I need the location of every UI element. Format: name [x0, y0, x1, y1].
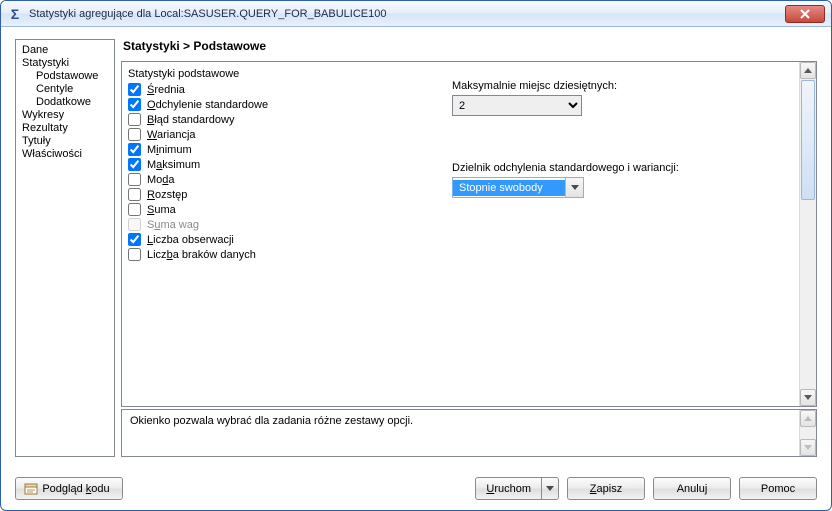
- main-panel: Statystyki podstawowe Średnia Odchylenie …: [121, 61, 817, 407]
- desc-scrollbar[interactable]: [799, 410, 816, 456]
- description-panel: Okienko pozwala wybrać dla zadania różne…: [121, 409, 817, 457]
- scrollbar[interactable]: [799, 62, 816, 406]
- divisor-select[interactable]: Stopnie swobody: [452, 177, 584, 198]
- stat-checkbox[interactable]: [128, 248, 141, 261]
- close-icon: [799, 9, 811, 19]
- stat-checkbox[interactable]: [128, 173, 141, 186]
- stat-checkbox-row[interactable]: Liczba braków danych: [128, 247, 793, 262]
- decimals-label: Maksymalnie miejsc dziesiętnych:: [452, 80, 617, 92]
- run-label: Uruchom: [486, 483, 531, 495]
- decimals-select[interactable]: 2: [452, 95, 582, 116]
- stat-label: Liczba braków danych: [147, 249, 256, 261]
- stat-checkbox[interactable]: [128, 203, 141, 216]
- scroll-up-icon[interactable]: [800, 410, 816, 427]
- titlebar: Σ Statystyki agregujące dla Local:SASUSE…: [1, 1, 831, 27]
- stat-checkbox-row: Suma wag: [128, 217, 793, 232]
- nav-item-tytuly[interactable]: Tytuły: [22, 135, 108, 148]
- breadcrumb: Statystyki > Podstawowe: [121, 39, 817, 59]
- stat-label: Błąd standardowy: [147, 114, 234, 126]
- stat-checkbox-row[interactable]: Minimum: [128, 142, 793, 157]
- nav-item-wykresy[interactable]: Wykresy: [22, 109, 108, 122]
- stat-label: Suma: [147, 204, 176, 216]
- stat-label: Maksimum: [147, 159, 200, 171]
- stat-checkbox[interactable]: [128, 113, 141, 126]
- app-sigma-icon: Σ: [7, 6, 23, 22]
- stat-checkbox[interactable]: [128, 98, 141, 111]
- code-preview-icon: [24, 482, 38, 496]
- nav-item-dodatkowe[interactable]: Dodatkowe: [22, 96, 108, 109]
- stat-checkbox[interactable]: [128, 83, 141, 96]
- stat-checkbox[interactable]: [128, 128, 141, 141]
- stat-label: Liczba obserwacji: [147, 234, 234, 246]
- stat-label: Odchylenie standardowe: [147, 99, 268, 111]
- footer: Podgląd kodu Uruchom Zapisz Anuluj Pomoc: [15, 477, 817, 500]
- nav-item-podstawowe[interactable]: Podstawowe: [22, 70, 108, 83]
- run-dropdown-button[interactable]: [541, 477, 559, 500]
- divisor-value: Stopnie swobody: [453, 180, 565, 196]
- nav-item-rezultaty[interactable]: Rezultaty: [22, 122, 108, 135]
- cancel-label: Anuluj: [677, 483, 708, 495]
- chevron-down-icon: [565, 178, 583, 197]
- section-title: Statystyki podstawowe: [128, 68, 793, 80]
- divisor-block: Dzielnik odchylenia standardowego i wari…: [452, 162, 692, 198]
- stat-checkbox[interactable]: [128, 143, 141, 156]
- stat-checkbox-row[interactable]: Liczba obserwacji: [128, 232, 793, 247]
- chevron-down-icon: [546, 486, 554, 491]
- stat-label: Minimum: [147, 144, 192, 156]
- stat-checkbox[interactable]: [128, 188, 141, 201]
- dialog-window: Σ Statystyki agregujące dla Local:SASUSE…: [0, 0, 832, 511]
- stat-label: Moda: [147, 174, 175, 186]
- run-button[interactable]: Uruchom: [475, 477, 541, 500]
- scroll-down-icon[interactable]: [800, 389, 816, 406]
- help-button[interactable]: Pomoc: [739, 477, 817, 500]
- save-button[interactable]: Zapisz: [567, 477, 645, 500]
- stat-label: Średnia: [147, 84, 185, 96]
- scroll-thumb[interactable]: [801, 80, 815, 200]
- stat-label: Suma wag: [147, 219, 199, 231]
- nav-item-statystyki[interactable]: Statystyki: [22, 57, 108, 70]
- nav-item-wlasciwosci[interactable]: Właściwości: [22, 148, 108, 161]
- window-title: Statystyki agregujące dla Local:SASUSER.…: [29, 8, 779, 20]
- stat-checkbox[interactable]: [128, 158, 141, 171]
- stat-checkbox: [128, 218, 141, 231]
- scroll-up-icon[interactable]: [800, 62, 816, 79]
- stat-checkbox-row[interactable]: Wariancja: [128, 127, 793, 142]
- help-label: Pomoc: [761, 483, 795, 495]
- stat-checkbox[interactable]: [128, 233, 141, 246]
- nav-item-dane[interactable]: Dane: [22, 44, 108, 57]
- stat-checkbox-row[interactable]: Suma: [128, 202, 793, 217]
- close-button[interactable]: [785, 5, 825, 23]
- stat-label: Wariancja: [147, 129, 196, 141]
- cancel-button[interactable]: Anuluj: [653, 477, 731, 500]
- nav-panel: Dane Statystyki Podstawowe Centyle Dodat…: [15, 39, 115, 457]
- decimals-block: Maksymalnie miejsc dziesiętnych: 2: [452, 80, 617, 116]
- description-text: Okienko pozwala wybrać dla zadania różne…: [122, 410, 799, 456]
- save-label: Zapisz: [590, 483, 622, 495]
- run-split-button[interactable]: Uruchom: [475, 477, 559, 500]
- scroll-down-icon[interactable]: [800, 439, 816, 456]
- divisor-label: Dzielnik odchylenia standardowego i wari…: [452, 162, 692, 174]
- content-area: Dane Statystyki Podstawowe Centyle Dodat…: [1, 27, 831, 510]
- preview-code-label: Podgląd kodu: [42, 483, 109, 495]
- stat-label: Rozstęp: [147, 189, 187, 201]
- nav-item-centyle[interactable]: Centyle: [22, 83, 108, 96]
- preview-code-button[interactable]: Podgląd kodu: [15, 477, 123, 500]
